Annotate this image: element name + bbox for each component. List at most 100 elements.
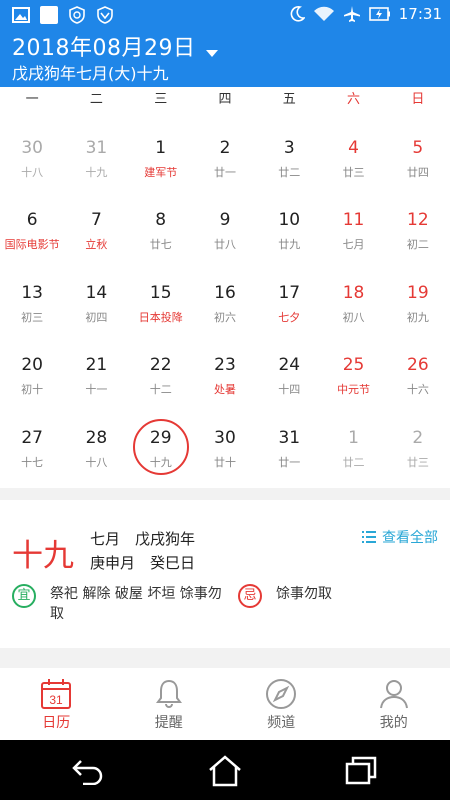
lunar-day-label: 初十	[21, 383, 44, 397]
lunar-day-label: 初九	[406, 310, 429, 324]
day-number: 31	[278, 427, 301, 448]
day-number: 14	[85, 282, 108, 303]
festival-label: 建军节	[144, 166, 178, 179]
battery-icon	[368, 7, 390, 21]
calendar-day[interactable]: 23 处暑	[193, 330, 257, 402]
calendar-day[interactable]: 1 廿二	[321, 403, 385, 475]
calendar-day[interactable]: 2 廿一	[193, 113, 257, 185]
calendar-day[interactable]: 30 廿十	[193, 403, 257, 475]
day-number: 23	[214, 355, 236, 376]
calendar-day[interactable]: 5 廿四	[386, 113, 450, 185]
lunar-day-label: 初三	[21, 310, 44, 324]
wifi-icon	[313, 6, 334, 21]
calendar-day[interactable]: 4 廿三	[321, 113, 385, 185]
festival-label: 立秋	[85, 238, 108, 252]
calendar-day[interactable]: 11 七月	[321, 185, 385, 257]
lunar-day-label: 初六	[213, 310, 236, 324]
calendar-day[interactable]: 16 初六	[193, 258, 257, 330]
day-number: 17	[278, 282, 301, 303]
nav-channel[interactable]: 频道	[225, 668, 338, 740]
calendar-day[interactable]: 30 十八	[0, 113, 64, 185]
chevron-down-icon[interactable]	[206, 50, 218, 57]
calendar-day[interactable]: 1 建军节	[129, 113, 193, 185]
nav-calendar[interactable]: 31 日历	[0, 668, 113, 740]
lunar-day-label: 初八	[342, 310, 365, 324]
calendar-day[interactable]: 22 十二	[129, 330, 193, 402]
day-number: 31	[85, 138, 108, 158]
lunar-day-label: 廿一	[213, 166, 236, 179]
lunar-day-label: 十二	[149, 383, 172, 397]
lunar-day-label: 十九	[85, 166, 108, 179]
back-icon[interactable]	[71, 755, 105, 785]
calendar-day[interactable]: 20 初十	[0, 330, 64, 402]
calendar-day[interactable]: 6 国际电影节	[0, 185, 64, 257]
day-number: 2	[219, 138, 231, 158]
day-number: 16	[214, 282, 236, 303]
calendar-day[interactable]: 2 廿三	[386, 403, 450, 475]
calendar-day[interactable]: 7 立秋	[64, 185, 128, 257]
avoid-badge: 忌	[238, 584, 262, 608]
calendar-day[interactable]: 31 廿一	[257, 403, 321, 475]
calendar-day[interactable]: 26 十六	[386, 330, 450, 402]
lunar-details: 七月 戊戌狗年 庚申月 癸巳日	[90, 527, 195, 575]
calendar-day[interactable]: 19 初九	[386, 258, 450, 330]
calendar-day[interactable]: 18 初八	[321, 258, 385, 330]
weekday-label: 五	[282, 92, 296, 107]
calendar-day[interactable]: 25 中元节	[321, 330, 385, 402]
lunar-day-label: 十六	[406, 383, 429, 397]
day-number: 26	[407, 355, 429, 376]
nav-reminder[interactable]: 提醒	[113, 668, 226, 740]
suitable-text: 祭祀 解除 破屋 坏垣 馀事勿取	[50, 586, 222, 622]
lunar-day-label: 廿二	[278, 166, 301, 179]
calendar-day-selected[interactable]: 29 十九	[129, 403, 193, 475]
day-number: 12	[407, 210, 429, 231]
nav-label-profile: 我的	[379, 715, 408, 731]
calendar-day[interactable]: 24 十四	[257, 330, 321, 402]
festival-label: 日本投降	[138, 310, 183, 324]
lunar-day-label: 七月	[342, 238, 365, 252]
calendar-day[interactable]: 10 廿九	[257, 185, 321, 257]
list-icon	[362, 531, 376, 543]
day-number: 21	[85, 355, 108, 376]
lunar-day-label: 十八	[21, 166, 44, 179]
calendar-day[interactable]: 21 十一	[64, 330, 128, 402]
calendar-day[interactable]: 15 日本投降	[129, 258, 193, 330]
calendar-icon: 31	[41, 679, 71, 709]
calendar-day[interactable]: 27 十七	[0, 403, 64, 475]
lunar-day-label: 廿三	[342, 166, 365, 179]
suitable-row: 宜 祭祀 解除 破屋 坏垣 馀事勿取	[12, 584, 226, 624]
avoid-row: 忌 馀事勿取	[238, 584, 332, 608]
calendar-day[interactable]: 31 十九	[64, 113, 128, 185]
bell-icon	[155, 679, 182, 708]
lunar-day-label: 十七	[21, 455, 44, 469]
suitable-badge: 宜	[12, 584, 36, 608]
calendar-day[interactable]: 9 廿八	[193, 185, 257, 257]
nav-profile[interactable]: 我的	[338, 668, 450, 740]
calendar-day[interactable]: 14 初四	[64, 258, 128, 330]
calendar-day[interactable]: 28 十八	[64, 403, 128, 475]
app-header[interactable]: 2018年08月29日 戊戌狗年七月(大)十九	[0, 30, 450, 87]
current-date-title[interactable]: 2018年08月29日	[12, 30, 195, 62]
calendar-day[interactable]: 8 廿七	[129, 185, 193, 257]
lunar-day-label: 初二	[406, 238, 429, 252]
day-number: 4	[348, 138, 359, 158]
calendar-day[interactable]: 3 廿二	[257, 113, 321, 185]
calendar-day[interactable]: 12 初二	[386, 185, 450, 257]
lunar-day-label: 十一	[85, 383, 108, 397]
recent-apps-icon[interactable]	[344, 755, 378, 785]
view-all-link[interactable]: 查看全部	[362, 527, 438, 547]
weekday-label: 日	[411, 92, 425, 107]
refresh-shield-icon	[69, 6, 85, 24]
day-number: 9	[219, 210, 231, 231]
lunar-day-label: 廿二	[342, 455, 365, 469]
calendar-day[interactable]: 13 初三	[0, 258, 64, 330]
view-all-label: 查看全部	[382, 530, 438, 546]
day-number: 30	[214, 427, 236, 448]
home-icon[interactable]	[207, 755, 243, 787]
nav-label-calendar: 日历	[42, 715, 71, 731]
calendar-day[interactable]: 17 七夕	[257, 258, 321, 330]
lunar-line-1: 七月 戊戌狗年	[90, 530, 196, 548]
lunar-day-label: 廿九	[278, 238, 301, 252]
nav-label-reminder: 提醒	[154, 715, 183, 731]
system-navigation-bar	[0, 740, 450, 800]
